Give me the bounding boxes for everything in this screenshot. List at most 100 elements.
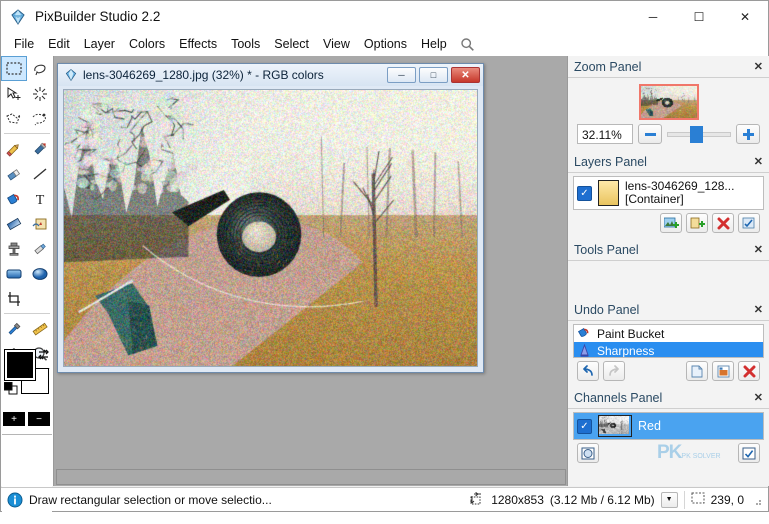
zoom-thumbnail-image	[641, 86, 697, 118]
undo-item-sharpness[interactable]: Sharpness	[574, 342, 763, 358]
stamp-tool[interactable]	[27, 211, 53, 236]
document-restore-button[interactable]: □	[419, 67, 448, 83]
image-canvas[interactable]	[63, 89, 478, 367]
polygon-select-tool[interactable]	[1, 106, 27, 131]
foreground-color-swatch[interactable]	[5, 350, 35, 380]
image-canvas-surface[interactable]	[64, 90, 478, 367]
freehand-select-tool[interactable]	[27, 106, 53, 131]
app-title: PixBuilder Studio 2.2	[35, 9, 160, 24]
zoom-value-input[interactable]: 32.11%	[577, 124, 633, 144]
default-colors-icon[interactable]	[4, 382, 18, 395]
ellipse-shape-tool[interactable]	[27, 261, 53, 286]
close-icon[interactable]: ✕	[754, 303, 763, 316]
add-color-button[interactable]: +	[3, 412, 25, 426]
menu-edit[interactable]: Edit	[41, 35, 77, 53]
delete-history-button[interactable]	[738, 361, 760, 381]
status-dropdown-button[interactable]: ▼	[661, 492, 678, 508]
layers-panel-header: Layers Panel ✕	[568, 151, 769, 173]
menu-tools[interactable]: Tools	[224, 35, 267, 53]
clone-stamp-tool[interactable]	[1, 236, 27, 261]
eraser-tool[interactable]	[1, 161, 27, 186]
close-button[interactable]: ✕	[722, 1, 768, 32]
horizontal-scrollbar[interactable]	[56, 469, 566, 485]
layer-item-text[interactable]: lens-3046269_128... [Container]	[625, 180, 734, 206]
tools-panel-body[interactable]	[568, 261, 769, 299]
zoom-slider[interactable]	[667, 124, 731, 144]
gradient-tool[interactable]	[1, 211, 27, 236]
svg-text:T: T	[36, 193, 45, 207]
zoom-panel-body: 32.11%	[568, 78, 769, 151]
menu-select[interactable]: Select	[267, 35, 316, 53]
move-selection-tool[interactable]	[1, 81, 27, 106]
channels-list[interactable]: ✓ Red	[573, 412, 764, 440]
channel-visibility-toggle[interactable]	[738, 443, 760, 463]
pencil-tool[interactable]	[1, 136, 27, 161]
color-picker-tool[interactable]	[1, 316, 27, 341]
text-tool[interactable]: T	[27, 186, 53, 211]
tool-empty-slot	[27, 286, 53, 311]
document-minimize-button[interactable]: ─	[387, 67, 416, 83]
document-close-button[interactable]: ✕	[451, 67, 480, 83]
menu-options[interactable]: Options	[357, 35, 414, 53]
menu-layer[interactable]: Layer	[77, 35, 122, 53]
zoom-panel-title: Zoom Panel	[574, 60, 641, 74]
line-tool[interactable]	[27, 161, 53, 186]
delete-layer-button[interactable]	[712, 213, 734, 233]
rectangle-select-tool[interactable]	[1, 56, 27, 81]
paint-bucket-icon	[577, 326, 592, 341]
resize-grip[interactable]	[752, 495, 762, 505]
search-icon[interactable]	[460, 37, 475, 52]
undo-button[interactable]	[577, 361, 599, 381]
paint-bucket-tool[interactable]	[1, 186, 27, 211]
menu-effects[interactable]: Effects	[172, 35, 224, 53]
close-icon[interactable]: ✕	[754, 155, 763, 168]
new-snapshot-button[interactable]	[686, 361, 708, 381]
document-title-bar[interactable]: lens-3046269_1280.jpg (32%) * - RGB colo…	[58, 64, 483, 86]
diamond-icon	[64, 68, 78, 82]
layer-visibility-checkbox[interactable]: ✓	[577, 186, 592, 201]
zoom-in-button[interactable]	[736, 124, 760, 144]
zoom-navigator-thumbnail[interactable]	[639, 84, 699, 120]
maximize-button[interactable]: ☐	[676, 1, 722, 32]
channel-row-red[interactable]: ✓ Red	[574, 413, 763, 439]
paintbrush-tool[interactable]	[27, 136, 53, 161]
remove-color-button[interactable]: −	[28, 412, 50, 426]
undo-history-list[interactable]: Paint Bucket Sharpness	[573, 324, 764, 358]
close-icon[interactable]: ✕	[754, 243, 763, 256]
zoom-slider-knob[interactable]	[690, 126, 703, 143]
toolbox: T + −	[1, 56, 54, 486]
menu-view[interactable]: View	[316, 35, 357, 53]
layer-properties-button[interactable]	[738, 213, 760, 233]
channel-visibility-checkbox[interactable]: ✓	[577, 419, 592, 434]
menu-help[interactable]: Help	[414, 35, 454, 53]
menu-colors[interactable]: Colors	[122, 35, 172, 53]
memory-usage: (3.12 Mb / 6.12 Mb)	[550, 493, 655, 507]
channels-footer: PKPK SOLVER	[573, 440, 764, 466]
rectangle-shape-tool[interactable]	[1, 261, 27, 286]
magic-wand-tool[interactable]	[27, 81, 53, 106]
zoom-out-button[interactable]	[638, 124, 662, 144]
document-window[interactable]: lens-3046269_1280.jpg (32%) * - RGB colo…	[57, 63, 484, 373]
minimize-button[interactable]: ─	[630, 1, 676, 32]
lasso-select-tool[interactable]	[27, 56, 53, 81]
channels-panel-title: Channels Panel	[574, 391, 662, 405]
redo-button[interactable]	[603, 361, 625, 381]
channel-name: Red	[638, 419, 661, 433]
color-swatches[interactable]	[4, 348, 50, 406]
toolbox-divider	[4, 133, 50, 134]
tool-grid: T	[1, 56, 53, 371]
close-icon[interactable]: ✕	[754, 391, 763, 404]
blur-tool[interactable]	[27, 236, 53, 261]
undo-item-paint-bucket[interactable]: Paint Bucket	[574, 325, 763, 342]
load-channel-selection-button[interactable]	[577, 443, 599, 463]
right-dock: Zoom Panel ✕ 32.11% Layers Panel ✕ ✓ len…	[567, 56, 769, 486]
measure-tool[interactable]	[27, 316, 53, 341]
swap-colors-icon[interactable]	[37, 348, 50, 364]
layers-list[interactable]: ✓ lens-3046269_128... [Container]	[573, 176, 764, 210]
crop-tool[interactable]	[1, 286, 27, 311]
add-image-layer-button[interactable]	[660, 213, 682, 233]
add-layer-button[interactable]	[686, 213, 708, 233]
snapshot-image-button[interactable]	[712, 361, 734, 381]
close-icon[interactable]: ✕	[754, 60, 763, 73]
menu-file[interactable]: File	[7, 35, 41, 53]
